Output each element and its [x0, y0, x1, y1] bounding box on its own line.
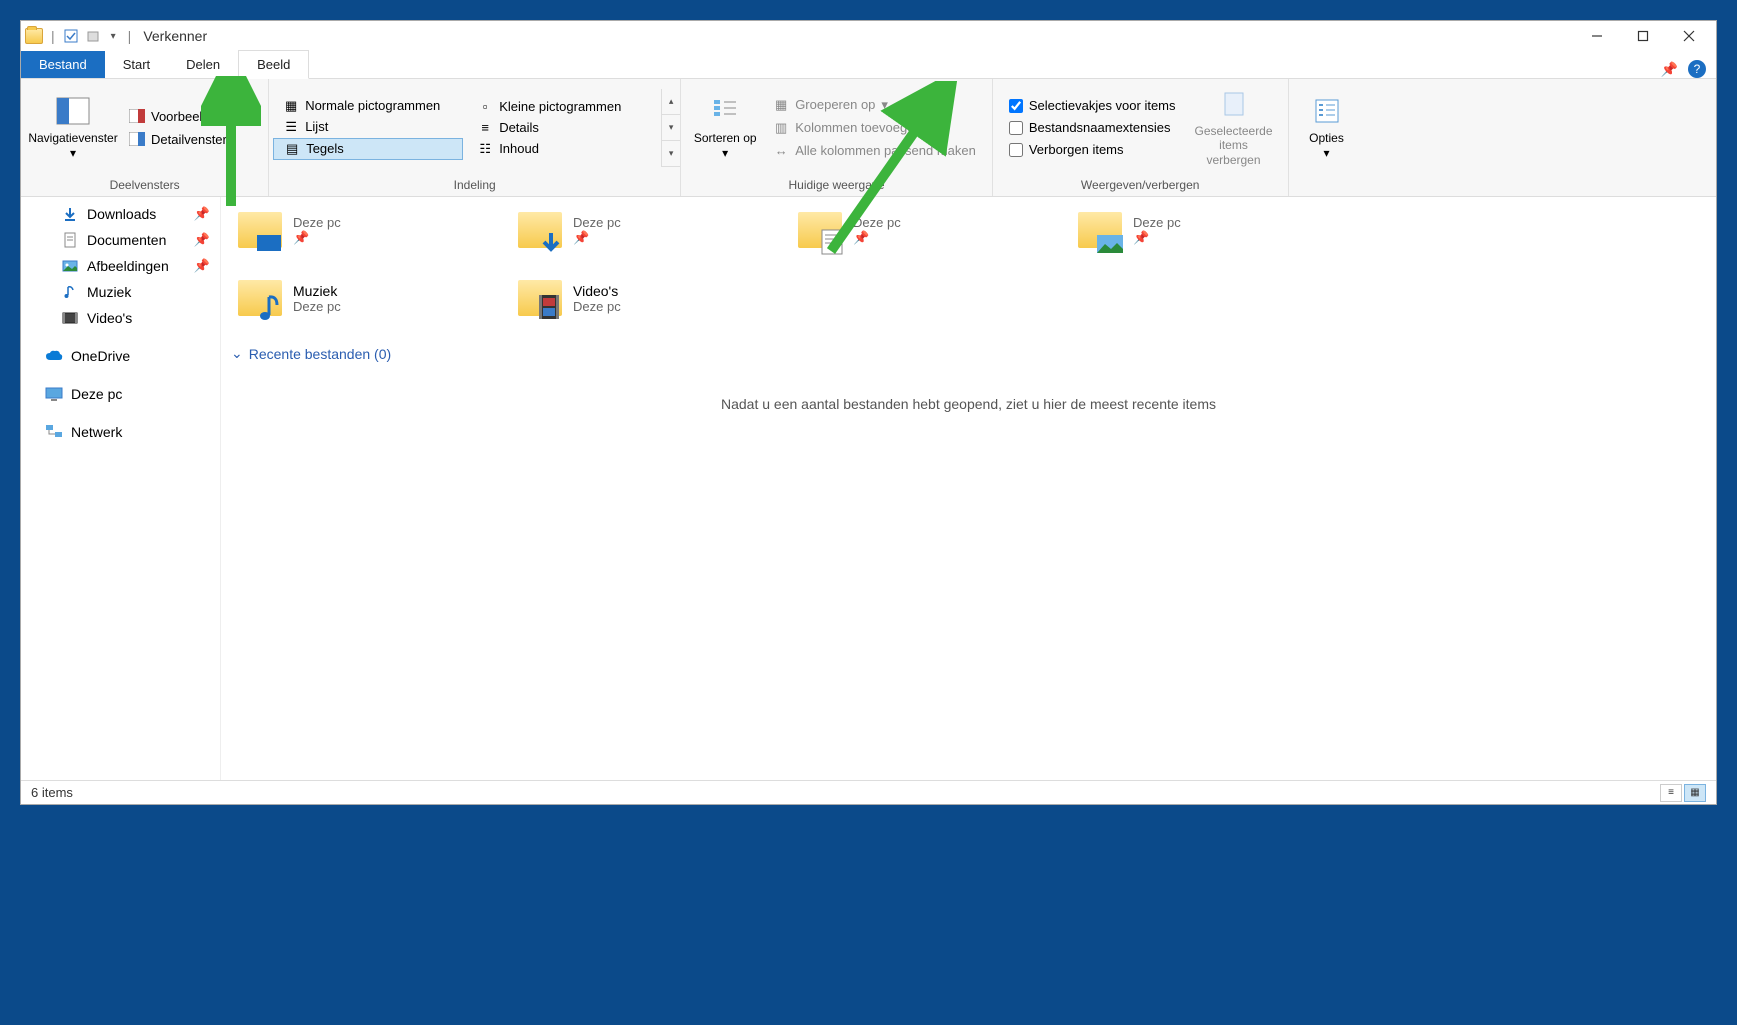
- icons-small-icon: ▫: [477, 99, 493, 115]
- group-by-button[interactable]: ▦Groeperen op ▾: [765, 94, 984, 116]
- navigation-tree: Downloads📌 Documenten📌 Afbeeldingen📌 Muz…: [21, 197, 221, 780]
- sidebar-item-network[interactable]: Netwerk: [21, 419, 220, 445]
- pin-icon: 📌: [293, 230, 341, 246]
- music-icon: [61, 283, 79, 301]
- details-icon: ≡: [477, 120, 493, 136]
- layout-gallery-expand[interactable]: ▾: [662, 141, 680, 167]
- recent-empty-message: Nadat u een aantal bestanden hebt geopen…: [231, 396, 1706, 412]
- maximize-button[interactable]: [1620, 21, 1666, 51]
- chevron-down-icon: ⌄: [231, 345, 243, 362]
- pin-icon: 📌: [853, 230, 901, 246]
- tile-documents[interactable]: Deze pc📌: [791, 201, 1051, 259]
- hide-selected-button[interactable]: Geselecteerde items verbergen: [1188, 84, 1280, 171]
- cloud-icon: [45, 347, 63, 365]
- ribbon-tabs: Bestand Start Delen Beeld 📌 ?: [21, 51, 1716, 79]
- layout-normal-icons[interactable]: ▦Normale pictogrammen: [273, 96, 463, 116]
- app-icon: [25, 28, 43, 44]
- separator: |: [51, 28, 55, 44]
- tab-file[interactable]: Bestand: [21, 51, 105, 78]
- qat-dropdown-icon[interactable]: ▾: [111, 31, 116, 42]
- document-icon: [61, 231, 79, 249]
- layout-details[interactable]: ≡Details: [467, 118, 657, 138]
- file-view[interactable]: Deze pc📌 Deze pc📌 Deze pc📌 Deze pc📌: [221, 197, 1716, 780]
- fit-columns-button[interactable]: ↔Alle kolommen passend maken: [765, 140, 984, 162]
- ribbon-group-options: Opties▾: [1289, 79, 1365, 196]
- minimize-button[interactable]: [1574, 21, 1620, 51]
- tab-share[interactable]: Delen: [168, 51, 238, 78]
- tab-home[interactable]: Start: [105, 51, 168, 78]
- navigation-pane-button[interactable]: Navigatievenster▾: [29, 91, 117, 164]
- ribbon: Navigatievenster▾ Voorbeeldvenster Detai…: [21, 79, 1716, 197]
- sidebar-item-downloads[interactable]: Downloads📌: [21, 201, 220, 227]
- layout-scroll: ▴ ▾ ▾: [661, 89, 680, 167]
- layout-scroll-up[interactable]: ▴: [662, 89, 680, 115]
- ribbon-group-panes: Navigatievenster▾ Voorbeeldvenster Detai…: [21, 79, 269, 196]
- details-pane-icon: [129, 131, 145, 147]
- ribbon-group-current-view: Sorteren op ▾ ▦Groeperen op ▾ ▥Kolommen …: [681, 79, 993, 196]
- video-icon: [61, 309, 79, 327]
- content-icon: ☷: [477, 141, 493, 157]
- download-icon: [61, 205, 79, 223]
- sidebar-item-onedrive[interactable]: OneDrive: [21, 343, 220, 369]
- layout-content[interactable]: ☷Inhoud: [467, 139, 657, 159]
- hidden-items-toggle[interactable]: Verborgen items: [1001, 139, 1184, 160]
- layout-small-icons[interactable]: ▫Kleine pictogrammen: [467, 97, 657, 117]
- layout-scroll-down[interactable]: ▾: [662, 115, 680, 141]
- file-extensions-toggle[interactable]: Bestandsnaamextensies: [1001, 117, 1184, 138]
- tile-pictures[interactable]: Deze pc📌: [1071, 201, 1331, 259]
- recent-files-header[interactable]: ⌄ Recente bestanden (0): [231, 345, 1706, 362]
- view-large-icons-button[interactable]: ▦: [1684, 784, 1706, 802]
- icons-medium-icon: ▦: [283, 98, 299, 114]
- sort-by-button[interactable]: Sorteren op ▾: [689, 91, 761, 164]
- tile-downloads[interactable]: Deze pc📌: [511, 201, 771, 259]
- pin-icon: 📌: [573, 230, 621, 246]
- sidebar-item-music[interactable]: Muziek: [21, 279, 220, 305]
- tile-music[interactable]: MuziekDeze pc: [231, 269, 491, 327]
- tab-view[interactable]: Beeld: [238, 50, 309, 79]
- options-button[interactable]: Opties▾: [1297, 91, 1357, 164]
- view-details-button[interactable]: ≡: [1660, 784, 1682, 802]
- sidebar-item-this-pc[interactable]: Deze pc: [21, 381, 220, 407]
- sidebar-item-pictures[interactable]: Afbeeldingen📌: [21, 253, 220, 279]
- tile-desktop[interactable]: Deze pc📌: [231, 201, 491, 259]
- content-area: Downloads📌 Documenten📌 Afbeeldingen📌 Muz…: [21, 197, 1716, 780]
- add-columns-button[interactable]: ▥Kolommen toevoegen ▾: [765, 117, 984, 139]
- ribbon-group-layout: ▦Normale pictogrammen ☰Lijst ▤Tegels ▫Kl…: [269, 79, 681, 196]
- close-button[interactable]: [1666, 21, 1712, 51]
- sidebar-item-videos[interactable]: Video's: [21, 305, 220, 331]
- pc-icon: [45, 385, 63, 403]
- status-item-count: 6 items: [31, 785, 73, 800]
- tiles-icon: ▤: [284, 141, 300, 157]
- qat-new-folder-icon[interactable]: [85, 28, 101, 44]
- fit-icon: ↔: [773, 143, 789, 159]
- pin-icon: 📌: [1133, 230, 1181, 246]
- separator: |: [128, 28, 132, 44]
- titlebar: | ▾ | Verkenner: [21, 21, 1716, 51]
- pin-icon: 📌: [194, 258, 210, 274]
- pin-icon: 📌: [194, 206, 210, 222]
- tile-videos[interactable]: Video'sDeze pc: [511, 269, 771, 327]
- layout-list[interactable]: ☰Lijst: [273, 117, 463, 137]
- layout-tiles[interactable]: ▤Tegels: [273, 138, 463, 160]
- network-icon: [45, 423, 63, 441]
- details-pane-button[interactable]: Detailvenster: [121, 128, 260, 150]
- pin-ribbon-icon[interactable]: 📌: [1661, 61, 1678, 78]
- qat-properties-icon[interactable]: [63, 28, 79, 44]
- statusbar: 6 items ≡ ▦: [21, 780, 1716, 804]
- help-icon[interactable]: ?: [1688, 60, 1706, 78]
- window-title: Verkenner: [143, 28, 207, 44]
- group-icon: ▦: [773, 97, 789, 113]
- list-icon: ☰: [283, 119, 299, 135]
- item-checkboxes-toggle[interactable]: Selectievakjes voor items: [1001, 95, 1184, 116]
- preview-pane-button[interactable]: Voorbeeldvenster: [121, 105, 260, 127]
- columns-icon: ▥: [773, 120, 789, 136]
- pictures-icon: [61, 257, 79, 275]
- preview-pane-icon: [129, 108, 145, 124]
- sidebar-item-documents[interactable]: Documenten📌: [21, 227, 220, 253]
- ribbon-group-show-hide: Selectievakjes voor items Bestandsnaamex…: [993, 79, 1289, 196]
- pin-icon: 📌: [194, 232, 210, 248]
- explorer-window: | ▾ | Verkenner Bestand Start Delen Beel…: [20, 20, 1717, 805]
